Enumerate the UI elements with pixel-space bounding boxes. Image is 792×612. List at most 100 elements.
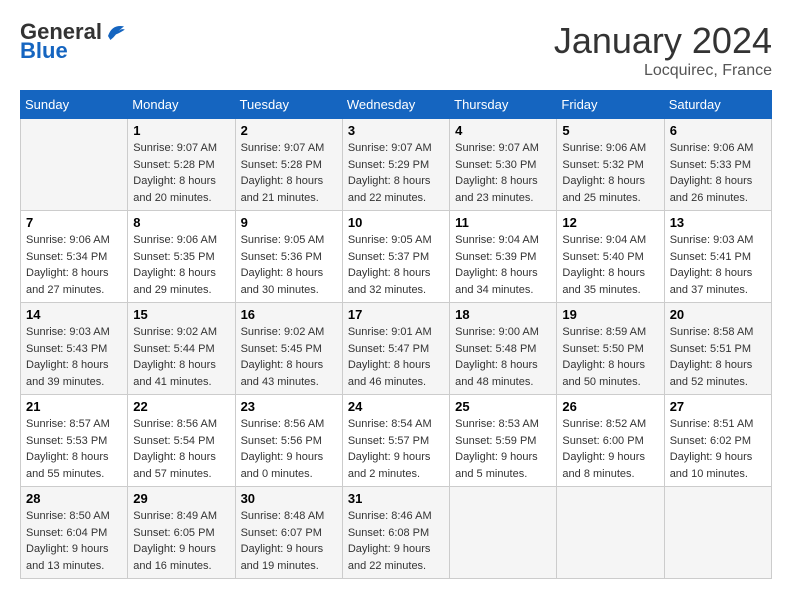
calendar-cell-w3-d2: 15Sunrise: 9:02 AMSunset: 5:44 PMDayligh… — [128, 303, 235, 395]
day-info: Sunrise: 9:07 AMSunset: 5:28 PMDaylight:… — [241, 140, 337, 206]
calendar-cell-w1-d1 — [21, 119, 128, 211]
day-number: 29 — [133, 491, 229, 506]
header-sunday: Sunday — [21, 91, 128, 119]
logo-blue-text: Blue — [20, 40, 68, 62]
day-info: Sunrise: 9:07 AMSunset: 5:29 PMDaylight:… — [348, 140, 444, 206]
day-info: Sunrise: 9:05 AMSunset: 5:37 PMDaylight:… — [348, 232, 444, 298]
header-friday: Friday — [557, 91, 664, 119]
day-number: 14 — [26, 307, 122, 322]
day-number: 6 — [670, 123, 766, 138]
calendar-cell-w4-d7: 27 Sunrise: 8:51 AMSunset: 6:02 PMDayligh… — [664, 395, 771, 487]
day-info: Sunrise: 9:03 AMSunset: 5:41 PMDaylight:… — [670, 232, 766, 298]
calendar-cell-w2-d1: 7Sunrise: 9:06 AMSunset: 5:34 PMDaylight… — [21, 211, 128, 303]
calendar-cell-w2-d4: 10Sunrise: 9:05 AMSunset: 5:37 PMDayligh… — [342, 211, 449, 303]
calendar-cell-w3-d7: 20Sunrise: 8:58 AMSunset: 5:51 PMDayligh… — [664, 303, 771, 395]
day-number: 26 — [562, 399, 658, 414]
page-header: General Blue January 2024 Locquirec, Fra… — [20, 20, 772, 80]
day-number: 22 — [133, 399, 229, 414]
day-number: 21 — [26, 399, 122, 414]
day-info: Sunrise: 8:56 AMSunset: 5:56 PMDaylight:… — [241, 416, 337, 482]
calendar-cell-w1-d6: 5 Sunrise: 9:06 AMSunset: 5:32 PMDaylight… — [557, 119, 664, 211]
calendar-cell-w1-d5: 4 Sunrise: 9:07 AMSunset: 5:30 PMDaylight… — [450, 119, 557, 211]
day-number: 5 — [562, 123, 658, 138]
day-info: Sunrise: 8:52 AMSunset: 6:00 PMDaylight:… — [562, 416, 658, 482]
week-row-2: 7Sunrise: 9:06 AMSunset: 5:34 PMDaylight… — [21, 211, 772, 303]
day-info: Sunrise: 8:48 AMSunset: 6:07 PMDaylight:… — [241, 508, 337, 574]
day-number: 16 — [241, 307, 337, 322]
title-block: January 2024 Locquirec, France — [554, 20, 772, 80]
day-info: Sunrise: 8:51 AMSunset: 6:02 PMDaylight:… — [670, 416, 766, 482]
day-info: Sunrise: 9:07 AMSunset: 5:28 PMDaylight:… — [133, 140, 229, 206]
day-info: Sunrise: 8:53 AMSunset: 5:59 PMDaylight:… — [455, 416, 551, 482]
day-number: 7 — [26, 215, 122, 230]
day-info: Sunrise: 9:06 AMSunset: 5:32 PMDaylight:… — [562, 140, 658, 206]
calendar-cell-w2-d6: 12Sunrise: 9:04 AMSunset: 5:40 PMDayligh… — [557, 211, 664, 303]
day-number: 3 — [348, 123, 444, 138]
calendar-cell-w4-d4: 24 Sunrise: 8:54 AMSunset: 5:57 PMDayligh… — [342, 395, 449, 487]
calendar-header-row: SundayMondayTuesdayWednesdayThursdayFrid… — [21, 91, 772, 119]
day-number: 4 — [455, 123, 551, 138]
calendar-table: SundayMondayTuesdayWednesdayThursdayFrid… — [20, 90, 772, 579]
calendar-cell-w4-d2: 22 Sunrise: 8:56 AMSunset: 5:54 PMDayligh… — [128, 395, 235, 487]
calendar-cell-w4-d3: 23 Sunrise: 8:56 AMSunset: 5:56 PMDayligh… — [235, 395, 342, 487]
day-number: 28 — [26, 491, 122, 506]
day-number: 25 — [455, 399, 551, 414]
day-number: 20 — [670, 307, 766, 322]
day-number: 18 — [455, 307, 551, 322]
calendar-cell-w5-d3: 30 Sunrise: 8:48 AMSunset: 6:07 PMDayligh… — [235, 487, 342, 579]
header-thursday: Thursday — [450, 91, 557, 119]
header-saturday: Saturday — [664, 91, 771, 119]
day-info: Sunrise: 9:06 AMSunset: 5:33 PMDaylight:… — [670, 140, 766, 206]
calendar-cell-w1-d2: 1 Sunrise: 9:07 AMSunset: 5:28 PMDaylight… — [128, 119, 235, 211]
calendar-cell-w3-d5: 18 Sunrise: 9:00 AMSunset: 5:48 PMDayligh… — [450, 303, 557, 395]
day-number: 2 — [241, 123, 337, 138]
calendar-cell-w2-d7: 13 Sunrise: 9:03 AMSunset: 5:41 PMDayligh… — [664, 211, 771, 303]
day-number: 1 — [133, 123, 229, 138]
day-number: 8 — [133, 215, 229, 230]
week-row-1: 1 Sunrise: 9:07 AMSunset: 5:28 PMDaylight… — [21, 119, 772, 211]
day-info: Sunrise: 8:57 AMSunset: 5:53 PMDaylight:… — [26, 416, 122, 482]
week-row-4: 21 Sunrise: 8:57 AMSunset: 5:53 PMDayligh… — [21, 395, 772, 487]
calendar-cell-w5-d7 — [664, 487, 771, 579]
day-info: Sunrise: 9:01 AMSunset: 5:47 PMDaylight:… — [348, 324, 444, 390]
header-tuesday: Tuesday — [235, 91, 342, 119]
day-number: 9 — [241, 215, 337, 230]
day-info: Sunrise: 9:03 AMSunset: 5:43 PMDaylight:… — [26, 324, 122, 390]
calendar-cell-w5-d1: 28 Sunrise: 8:50 AMSunset: 6:04 PMDayligh… — [21, 487, 128, 579]
day-number: 17 — [348, 307, 444, 322]
calendar-cell-w3-d4: 17 Sunrise: 9:01 AMSunset: 5:47 PMDayligh… — [342, 303, 449, 395]
calendar-cell-w1-d4: 3 Sunrise: 9:07 AMSunset: 5:29 PMDaylight… — [342, 119, 449, 211]
calendar-cell-w4-d1: 21 Sunrise: 8:57 AMSunset: 5:53 PMDayligh… — [21, 395, 128, 487]
day-number: 15 — [133, 307, 229, 322]
calendar-cell-w5-d5 — [450, 487, 557, 579]
day-info: Sunrise: 8:59 AMSunset: 5:50 PMDaylight:… — [562, 324, 658, 390]
day-number: 23 — [241, 399, 337, 414]
day-info: Sunrise: 9:02 AMSunset: 5:45 PMDaylight:… — [241, 324, 337, 390]
day-number: 13 — [670, 215, 766, 230]
calendar-cell-w3-d1: 14 Sunrise: 9:03 AMSunset: 5:43 PMDayligh… — [21, 303, 128, 395]
day-number: 31 — [348, 491, 444, 506]
day-number: 30 — [241, 491, 337, 506]
day-info: Sunrise: 8:50 AMSunset: 6:04 PMDaylight:… — [26, 508, 122, 574]
day-info: Sunrise: 9:05 AMSunset: 5:36 PMDaylight:… — [241, 232, 337, 298]
day-number: 12 — [562, 215, 658, 230]
day-info: Sunrise: 9:07 AMSunset: 5:30 PMDaylight:… — [455, 140, 551, 206]
day-info: Sunrise: 8:46 AMSunset: 6:08 PMDaylight:… — [348, 508, 444, 574]
calendar-cell-w2-d5: 11Sunrise: 9:04 AMSunset: 5:39 PMDayligh… — [450, 211, 557, 303]
day-info: Sunrise: 8:54 AMSunset: 5:57 PMDaylight:… — [348, 416, 444, 482]
week-row-3: 14 Sunrise: 9:03 AMSunset: 5:43 PMDayligh… — [21, 303, 772, 395]
day-info: Sunrise: 9:00 AMSunset: 5:48 PMDaylight:… — [455, 324, 551, 390]
day-number: 24 — [348, 399, 444, 414]
calendar-cell-w1-d3: 2 Sunrise: 9:07 AMSunset: 5:28 PMDaylight… — [235, 119, 342, 211]
day-number: 19 — [562, 307, 658, 322]
location: Locquirec, France — [554, 62, 772, 80]
logo-bird-icon — [104, 20, 128, 44]
calendar-cell-w2-d3: 9 Sunrise: 9:05 AMSunset: 5:36 PMDaylight… — [235, 211, 342, 303]
month-title: January 2024 — [554, 20, 772, 62]
calendar-cell-w2-d2: 8Sunrise: 9:06 AMSunset: 5:35 PMDaylight… — [128, 211, 235, 303]
calendar-cell-w5-d2: 29Sunrise: 8:49 AMSunset: 6:05 PMDayligh… — [128, 487, 235, 579]
day-number: 27 — [670, 399, 766, 414]
day-info: Sunrise: 8:56 AMSunset: 5:54 PMDaylight:… — [133, 416, 229, 482]
header-wednesday: Wednesday — [342, 91, 449, 119]
calendar-cell-w3-d3: 16 Sunrise: 9:02 AMSunset: 5:45 PMDayligh… — [235, 303, 342, 395]
